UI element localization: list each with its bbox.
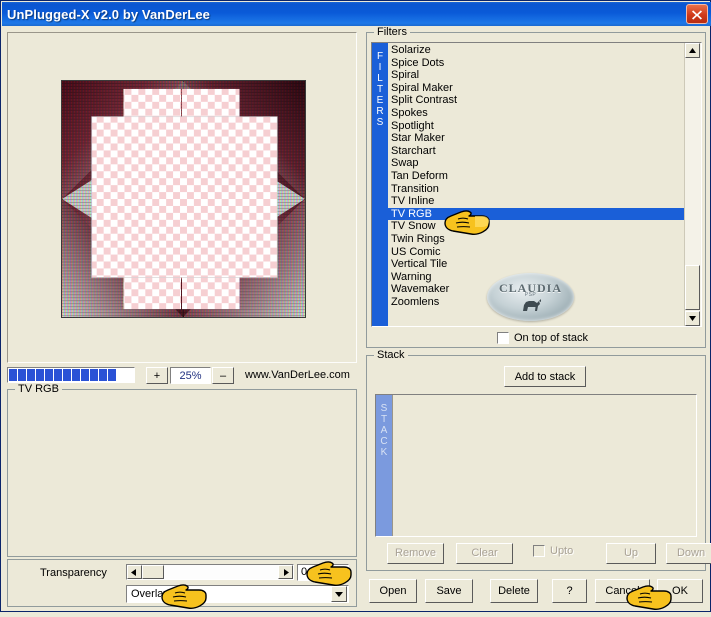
progress-block [63, 369, 71, 381]
filter-list-item[interactable]: Spokes [388, 107, 684, 120]
arrow-left-icon [131, 568, 136, 576]
filter-list-item[interactable]: Zoomlens [388, 296, 684, 309]
open-button[interactable]: Open [369, 579, 417, 603]
arrow-up-icon [689, 48, 696, 53]
transparency-track[interactable] [142, 565, 278, 579]
progress-block [72, 369, 80, 381]
filter-list-item[interactable]: Warning [388, 271, 684, 284]
zoom-level-value: 25% [170, 367, 211, 384]
filters-sidebar-banner: FILTERS [372, 43, 388, 326]
filter-list-item[interactable]: Transition [388, 183, 684, 196]
progress-block [54, 369, 62, 381]
progress-block [108, 369, 116, 381]
upto-label: Upto [550, 545, 574, 557]
image-preview[interactable] [61, 80, 306, 318]
window-title: UnPlugged-X v2.0 by VanDerLee [7, 6, 211, 22]
stack-sidebar-banner: STACK [376, 395, 392, 536]
filters-list-container: FILTERS Solarize Spice Dots Spiral Spiral M… [371, 42, 702, 327]
ok-button[interactable]: OK [657, 579, 703, 603]
transparency-right-arrow[interactable] [278, 565, 293, 579]
cancel-button[interactable]: Cancel [595, 579, 650, 603]
progress-block [36, 369, 44, 381]
progress-block [18, 369, 26, 381]
filter-list-item[interactable]: Swap [388, 157, 684, 170]
zoom-in-button[interactable]: + [146, 367, 168, 384]
transparency-value-input[interactable]: 0 [297, 564, 349, 581]
website-link[interactable]: www.VanDerLee.com [245, 369, 350, 381]
transparency-label: Transparency [40, 567, 107, 579]
filter-list-item[interactable]: Solarize [388, 44, 684, 57]
blend-mode-dropdown[interactable]: Overlay [126, 585, 349, 603]
upto-row[interactable]: Upto [533, 545, 573, 557]
help-button[interactable]: ? [552, 579, 587, 603]
filter-list-item[interactable]: Spotlight [388, 120, 684, 133]
remove-button[interactable]: Remove [387, 542, 444, 564]
filters-group: Filters FILTERS Solarize Spice Dots Spiral… [366, 26, 706, 348]
filter-list-item[interactable]: TV Inline [388, 195, 684, 208]
arrow-down-icon [689, 316, 696, 321]
chevron-down-glyph [335, 591, 343, 597]
filter-parameters-group: TV RGB [7, 383, 357, 557]
filter-list-item[interactable]: Spiral Maker [388, 82, 684, 95]
close-button[interactable] [686, 4, 708, 24]
transparency-thumb[interactable] [142, 565, 164, 579]
progress-block [27, 369, 35, 381]
scroll-up-button[interactable] [685, 43, 700, 58]
filter-list-item[interactable]: Star Maker [388, 132, 684, 145]
application-window: UnPlugged-X v2.0 by VanDerLee + 25% – ww… [0, 0, 711, 612]
stack-list[interactable] [392, 395, 696, 536]
transparency-group: Transparency 0 Overlay [7, 559, 357, 607]
filter-list-item[interactable]: Split Contrast [388, 94, 684, 107]
filters-scrollbar[interactable] [684, 43, 701, 326]
arrow-right-icon [284, 568, 289, 576]
filters-sidebar-label: FILTERS [374, 51, 386, 128]
filter-list-item[interactable]: Starchart [388, 145, 684, 158]
filter-parameters-label: TV RGB [15, 383, 62, 395]
filter-list-item[interactable]: Twin Rings [388, 233, 684, 246]
upto-checkbox[interactable] [533, 545, 545, 557]
progress-block [45, 369, 53, 381]
progress-bar [7, 367, 135, 383]
chevron-down-icon[interactable] [331, 586, 347, 602]
filter-list-item[interactable]: TV Snow [388, 220, 684, 233]
stack-group: Stack Add to stack STACK Remove Clear Up… [366, 349, 711, 571]
close-icon [692, 9, 702, 20]
filters-group-label: Filters [374, 26, 410, 38]
add-to-stack-button[interactable]: Add to stack [504, 366, 586, 387]
progress-block [81, 369, 89, 381]
delete-button[interactable]: Delete [490, 579, 538, 603]
blend-mode-value: Overlay [131, 588, 169, 600]
move-down-button[interactable]: Down [666, 542, 711, 564]
on-top-of-stack-checkbox[interactable] [497, 332, 509, 344]
transparency-slider[interactable] [126, 564, 294, 580]
filter-list-item[interactable]: US Comic [388, 246, 684, 259]
zoom-out-button[interactable]: – [212, 367, 234, 384]
scrollbar-thumb[interactable] [685, 265, 700, 310]
save-button[interactable]: Save [425, 579, 473, 603]
filter-list-item[interactable]: Vertical Tile [388, 258, 684, 271]
transparency-left-arrow[interactable] [127, 565, 142, 579]
stack-button-row: Remove Clear Upto Up Down [375, 542, 711, 564]
progress-block [99, 369, 107, 381]
move-up-button[interactable]: Up [606, 542, 656, 564]
clear-button[interactable]: Clear [456, 542, 513, 564]
dialog-button-row: Open Save Delete ? Cancel OK [366, 579, 706, 605]
stack-sidebar-label: STACK [378, 403, 390, 458]
stack-list-container: STACK [375, 394, 697, 537]
title-bar: UnPlugged-X v2.0 by VanDerLee [2, 2, 711, 26]
on-top-of-stack-row[interactable]: On top of stack [497, 332, 588, 344]
preview-image [62, 81, 305, 317]
filter-list-item[interactable]: Spice Dots [388, 57, 684, 70]
progress-block [90, 369, 98, 381]
filter-list-item[interactable]: Spiral [388, 69, 684, 82]
filters-list[interactable]: Solarize Spice Dots Spiral Spiral Maker Spli… [388, 43, 684, 326]
stack-group-label: Stack [374, 349, 408, 361]
on-top-of-stack-label: On top of stack [514, 332, 588, 344]
preview-frame [7, 32, 357, 363]
progress-block [9, 369, 17, 381]
filter-list-item[interactable]: Tan Deform [388, 170, 684, 183]
filter-list-item[interactable]: TV RGB [388, 207, 684, 221]
scroll-down-button[interactable] [685, 311, 700, 326]
filter-list-item[interactable]: Wavemaker [388, 283, 684, 296]
